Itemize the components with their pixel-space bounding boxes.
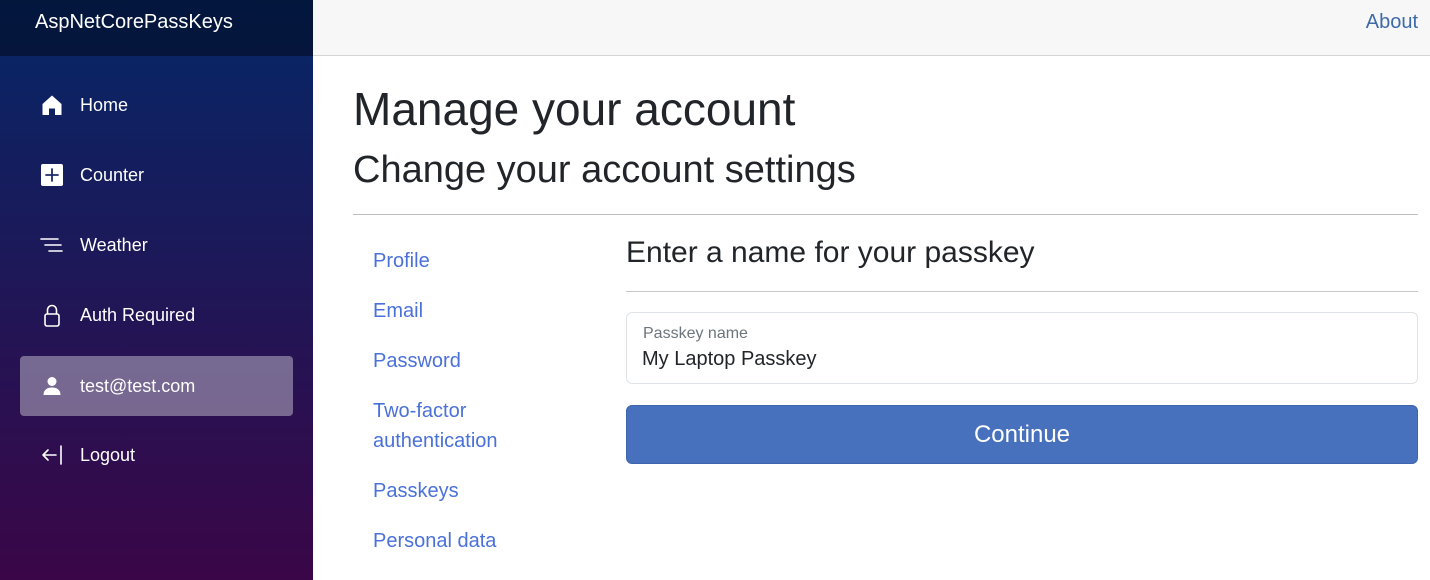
passkey-name-input[interactable] [642,345,1402,373]
sidebar-item-label: Home [80,95,129,115]
sidebar-item-home[interactable]: Home [20,75,293,135]
page-subtitle: Change your account settings [353,149,856,191]
form-heading: Enter a name for your passkey [626,236,1035,269]
sidebar-item-auth-required[interactable]: Auth Required [20,285,293,345]
continue-button[interactable]: Continue [626,405,1418,464]
home-icon [42,95,62,115]
account-nav-two-factor[interactable]: Two-factor authentication [373,396,523,456]
logout-arrow-icon [42,445,62,465]
account-nav-email[interactable]: Email [373,296,613,326]
sidebar-item-logout[interactable]: Logout [20,425,293,485]
account-nav-password[interactable]: Password [373,346,613,376]
sidebar-item-weather[interactable]: Weather [20,215,293,275]
sidebar-item-account[interactable]: test@test.com [20,356,293,416]
top-row: About [313,0,1430,56]
page-title: Manage your account [353,83,796,135]
account-nav-passkeys[interactable]: Passkeys [373,476,613,506]
form-divider [626,291,1418,292]
plus-square-icon [41,164,63,186]
person-icon [43,377,61,395]
sidebar-item-label: Logout [80,445,136,465]
list-lines-icon [40,238,63,252]
passkey-name-label: Passkey name [643,325,748,342]
account-nav-profile[interactable]: Profile [373,246,613,276]
lock-icon [44,304,60,327]
app-root: AspNetCorePassKeys Home Counter Weather [0,0,1430,580]
sidebar: AspNetCorePassKeys Home Counter Weather [0,0,313,580]
sidebar-item-counter[interactable]: Counter [20,145,293,205]
brand-bar: AspNetCorePassKeys [0,0,313,56]
sidebar-item-label: Weather [80,235,148,255]
sidebar-item-label: Auth Required [80,305,196,325]
brand-link[interactable]: AspNetCorePassKeys [35,10,233,34]
account-nav-personal-data[interactable]: Personal data [373,526,613,556]
sidebar-item-label: Counter [80,165,145,185]
passkey-name-field[interactable]: Passkey name [626,312,1418,384]
about-link[interactable]: About [1366,10,1418,34]
divider [353,214,1418,215]
sidebar-item-label: test@test.com [80,376,196,396]
